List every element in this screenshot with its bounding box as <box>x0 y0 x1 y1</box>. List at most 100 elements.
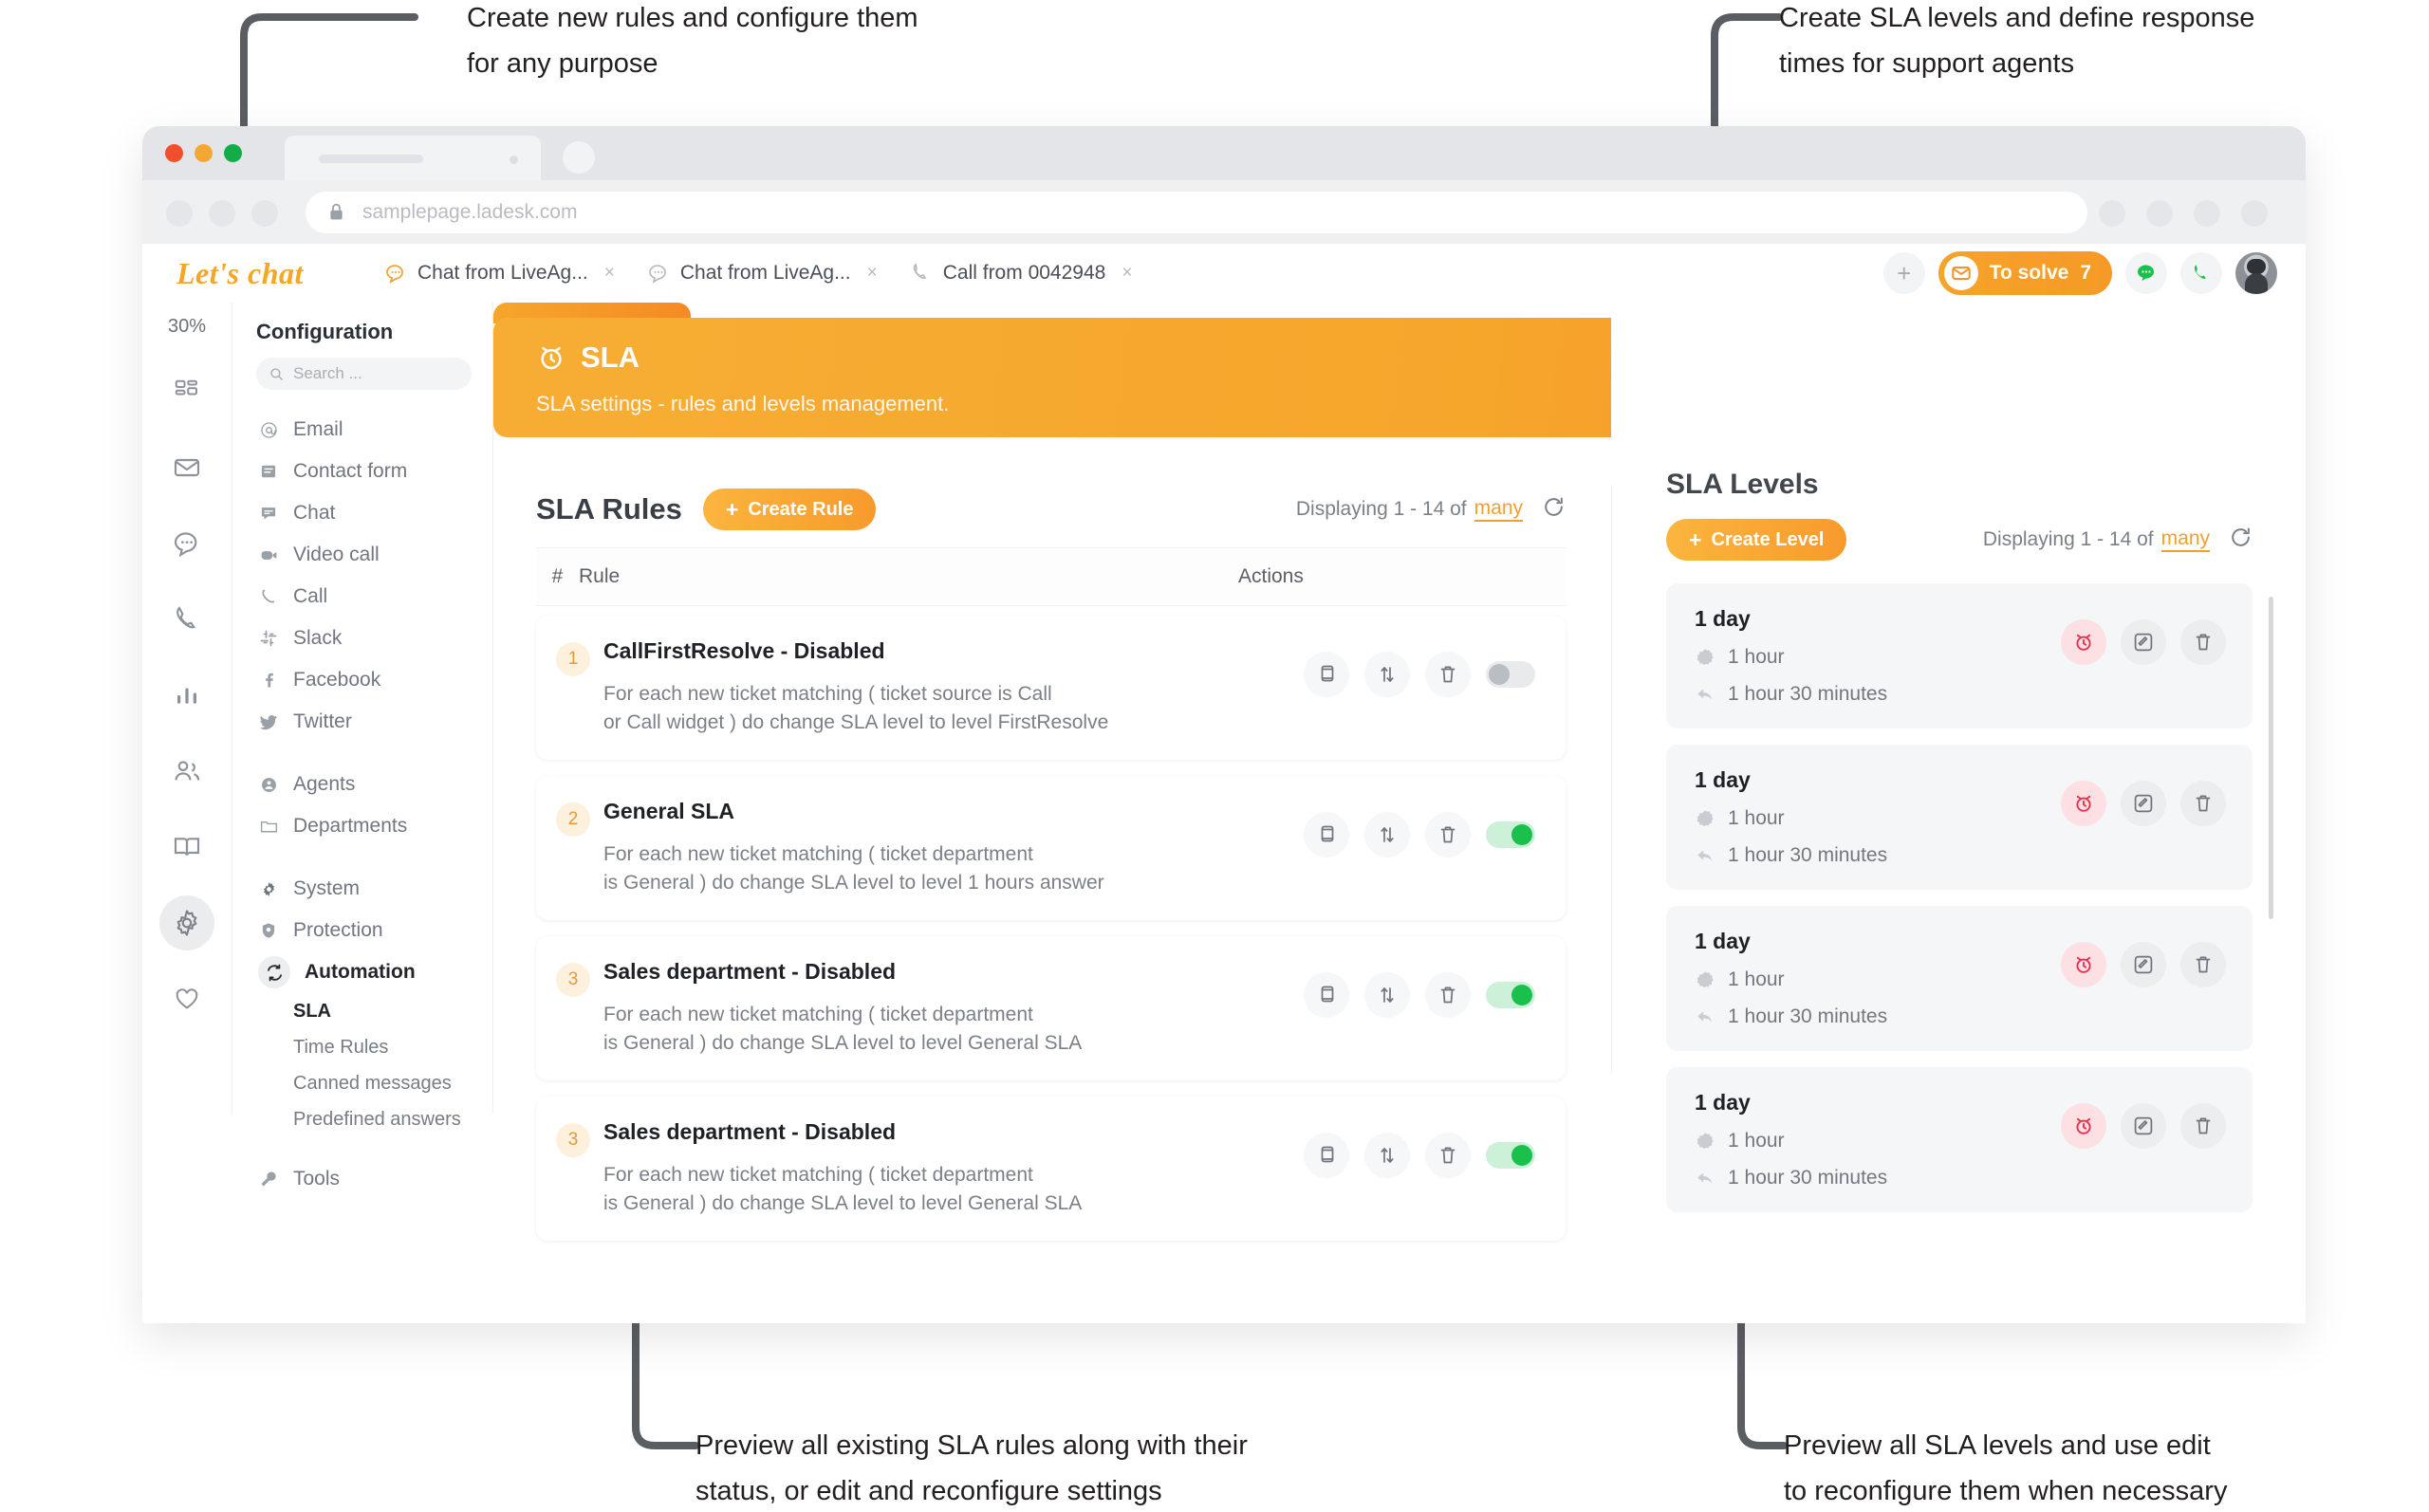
trash-icon[interactable] <box>1425 1133 1471 1178</box>
menu-icon[interactable] <box>2241 200 2268 227</box>
config-item-email[interactable]: Email <box>232 409 492 451</box>
config-item-protection[interactable]: Protection <box>232 910 492 951</box>
trash-icon[interactable] <box>2180 942 2226 987</box>
trash-icon[interactable] <box>1425 812 1471 857</box>
alarm-clock-icon[interactable] <box>2061 1103 2106 1149</box>
rule-toggle[interactable] <box>1486 821 1535 848</box>
config-subitem-sla[interactable]: SLA <box>232 993 492 1029</box>
close-icon[interactable]: × <box>1122 263 1132 284</box>
trash-icon[interactable] <box>1425 652 1471 697</box>
rule-toggle[interactable] <box>1486 982 1535 1008</box>
extension-icon[interactable] <box>2099 200 2125 227</box>
config-item-slack[interactable]: Slack <box>232 618 492 659</box>
sidebar-item-customers[interactable] <box>159 744 214 799</box>
copy-icon[interactable] <box>1304 1133 1349 1178</box>
levels-displaying-many[interactable]: many <box>2160 527 2210 552</box>
trash-icon[interactable] <box>1425 972 1471 1018</box>
edit-icon[interactable] <box>2121 781 2166 826</box>
alarm-clock-icon[interactable] <box>2061 619 2106 665</box>
forward-button[interactable] <box>209 200 235 227</box>
extension-icon[interactable] <box>2146 200 2173 227</box>
rules-displaying-many[interactable]: many <box>1474 497 1523 522</box>
sort-icon[interactable] <box>1364 1133 1410 1178</box>
browser-tab[interactable] <box>285 136 541 180</box>
sidebar-item-dashboard[interactable] <box>159 364 214 419</box>
trash-icon[interactable] <box>2180 1103 2226 1149</box>
browser-nav-buttons[interactable] <box>166 200 278 227</box>
config-subitem-predefined-answers[interactable]: Predefined answers <box>232 1101 492 1137</box>
alarm-clock-icon[interactable] <box>2061 781 2106 826</box>
new-tab-button[interactable] <box>563 141 595 174</box>
close-icon[interactable]: × <box>867 263 878 284</box>
table-row[interactable]: 2 General SLA For each new ticket matchi… <box>536 776 1566 920</box>
edit-icon[interactable] <box>2121 619 2166 665</box>
app-tab-call[interactable]: Call from 0042948 × <box>894 244 1149 303</box>
config-item-contact-form[interactable]: Contact form <box>232 451 492 492</box>
config-subitem-canned-messages[interactable]: Canned messages <box>232 1065 492 1101</box>
config-item-departments[interactable]: Departments <box>232 805 492 847</box>
bookmark-icon[interactable] <box>2194 200 2220 227</box>
window-controls[interactable] <box>165 144 242 162</box>
sidebar-item-reports[interactable] <box>159 668 214 723</box>
reload-button[interactable] <box>251 200 278 227</box>
back-button[interactable] <box>166 200 193 227</box>
config-item-tools[interactable]: Tools <box>232 1158 492 1200</box>
app-tab-chat-2[interactable]: Chat from LiveAg... × <box>631 244 894 303</box>
edit-icon[interactable] <box>2121 942 2166 987</box>
config-item-chat[interactable]: Chat <box>232 492 492 534</box>
maximize-window-button[interactable] <box>224 144 242 162</box>
config-item-twitter[interactable]: Twitter <box>232 701 492 743</box>
address-bar[interactable]: samplepage.ladesk.com <box>306 192 2087 233</box>
copy-icon[interactable] <box>1304 652 1349 697</box>
alarm-clock-icon[interactable] <box>2061 942 2106 987</box>
trash-icon[interactable] <box>2180 781 2226 826</box>
sidebar-item-configuration[interactable] <box>159 895 214 950</box>
chat-status-button[interactable] <box>2125 252 2167 294</box>
config-item-facebook[interactable]: Facebook <box>232 659 492 701</box>
copy-icon[interactable] <box>1304 972 1349 1018</box>
sort-icon[interactable] <box>1364 652 1410 697</box>
to-solve-badge[interactable]: To solve 7 <box>1938 251 2112 295</box>
close-window-button[interactable] <box>165 144 183 162</box>
sidebar-item-knowledge-base[interactable] <box>159 820 214 875</box>
config-item-system[interactable]: System <box>232 868 492 910</box>
list-item[interactable]: 1 day 1 hour 1 hour 30 minutes <box>1666 1067 2253 1212</box>
table-row[interactable]: 3 Sales department - Disabled For each n… <box>536 936 1566 1080</box>
sidebar-item-chats[interactable] <box>159 516 214 571</box>
config-item-call[interactable]: Call <box>232 576 492 618</box>
add-button[interactable]: + <box>1882 252 1925 294</box>
sidebar-item-favorites[interactable] <box>159 971 214 1026</box>
app-logo[interactable]: Let's chat <box>142 256 368 291</box>
sort-icon[interactable] <box>1364 972 1410 1018</box>
trash-icon[interactable] <box>2180 619 2226 665</box>
config-item-automation[interactable]: Automation <box>232 951 492 993</box>
levels-scrollbar[interactable] <box>2269 597 2273 919</box>
list-item[interactable]: 1 day 1 hour 1 hour 30 minutes <box>1666 906 2253 1051</box>
app-tab-chat-1[interactable]: Chat from LiveAg... × <box>368 244 631 303</box>
search-input[interactable]: Search ... <box>256 358 472 390</box>
rule-toggle[interactable] <box>1486 661 1535 688</box>
list-item[interactable]: 1 day 1 hour 1 hour 30 minutes <box>1666 583 2253 728</box>
config-item-agents[interactable]: Agents <box>232 764 492 805</box>
sidebar-item-tickets[interactable] <box>159 440 214 495</box>
close-icon[interactable] <box>510 156 518 164</box>
refresh-icon[interactable] <box>2229 526 2253 555</box>
copy-icon[interactable] <box>1304 812 1349 857</box>
config-subitem-time-rules[interactable]: Time Rules <box>232 1029 492 1065</box>
rule-toggle[interactable] <box>1486 1142 1535 1169</box>
table-row[interactable]: 1 CallFirstResolve - Disabled For each n… <box>536 616 1566 760</box>
close-icon[interactable]: × <box>604 263 615 284</box>
sort-icon[interactable] <box>1364 812 1410 857</box>
sidebar-item-calls[interactable] <box>159 592 214 647</box>
create-rule-button[interactable]: + Create Rule <box>702 489 877 530</box>
minimize-window-button[interactable] <box>195 144 213 162</box>
edit-icon[interactable] <box>2121 1103 2166 1149</box>
table-row[interactable]: 3 Sales department - Disabled For each n… <box>536 1097 1566 1241</box>
avatar[interactable] <box>2235 252 2277 294</box>
create-level-button[interactable]: + Create Level <box>1666 519 1847 561</box>
config-item-video-call[interactable]: Video call <box>232 534 492 576</box>
list-item[interactable]: 1 day 1 hour 1 hour 30 minutes <box>1666 745 2253 890</box>
refresh-icon[interactable] <box>1542 495 1566 525</box>
call-status-button[interactable] <box>2180 252 2222 294</box>
browser-extensions[interactable] <box>2099 200 2268 227</box>
